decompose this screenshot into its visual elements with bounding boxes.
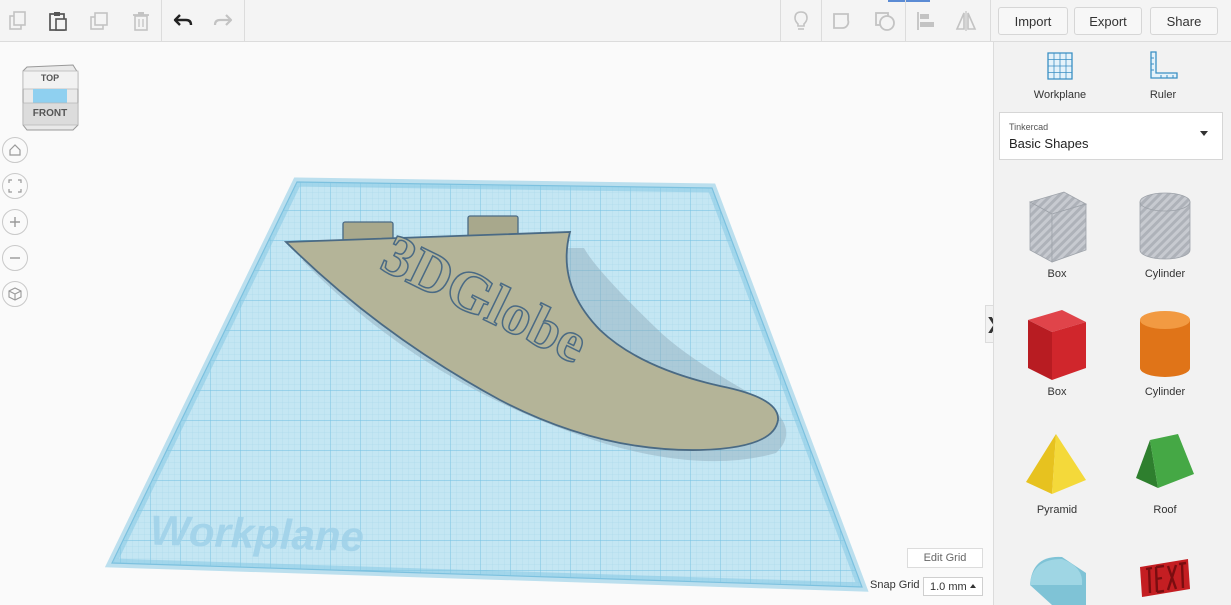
ungroup-icon	[875, 12, 895, 31]
shape-roof[interactable]: Roof	[1115, 424, 1215, 516]
caret-down-icon	[1200, 131, 1208, 136]
view-cube-top-label: TOP	[40, 73, 60, 83]
group-button[interactable]	[828, 6, 858, 36]
fit-view-button[interactable]	[2, 173, 28, 199]
round-roof-icon	[1030, 556, 1086, 605]
view-cube[interactable]: TOP FRONT	[21, 63, 79, 131]
workplane-tool-label: Workplane	[1033, 89, 1087, 101]
shape-label: Cylinder	[1144, 268, 1186, 280]
paste-button[interactable]	[43, 6, 73, 36]
plus-icon	[10, 217, 20, 227]
snap-grid-value: 1.0 mm	[930, 581, 967, 593]
library-category: Tinkercad	[1009, 122, 1049, 132]
align-icon	[917, 12, 934, 30]
duplicate-button[interactable]	[85, 6, 115, 36]
shape-library-dropdown[interactable]: Tinkercad Basic Shapes	[999, 112, 1223, 160]
mirror-button[interactable]	[951, 6, 981, 36]
shape-text[interactable]	[1115, 545, 1215, 605]
caret-up-icon	[970, 584, 976, 588]
shape-label: Box	[1047, 268, 1067, 280]
shape-label: Cylinder	[1144, 386, 1186, 398]
cube-icon	[8, 287, 22, 301]
view-cube-front-label: FRONT	[32, 108, 68, 119]
export-button[interactable]: Export	[1074, 7, 1142, 35]
roof-icon	[1136, 434, 1194, 488]
mirror-icon	[955, 11, 977, 31]
import-button[interactable]: Import	[998, 7, 1068, 35]
shape-box[interactable]: Box	[1007, 306, 1107, 398]
toolbar-divider	[990, 0, 991, 42]
shape-box-hole[interactable]: Box	[1007, 188, 1107, 280]
snap-grid-select[interactable]: 1.0 mm	[923, 577, 983, 596]
box-icon	[1028, 310, 1086, 380]
shape-cylinder[interactable]: Cylinder	[1115, 306, 1215, 398]
workplane-icon	[1047, 52, 1073, 80]
ungroup-button[interactable]	[870, 6, 900, 36]
fit-view-icon	[8, 179, 22, 193]
toolbar-divider	[821, 0, 822, 42]
toolbar-divider	[161, 0, 162, 42]
cylinder-icon	[1140, 311, 1190, 377]
undo-icon	[173, 14, 193, 26]
paste-icon	[49, 12, 67, 31]
home-view-button[interactable]	[2, 137, 28, 163]
shape-pyramid[interactable]: Pyramid	[1007, 424, 1107, 516]
workplane-tool[interactable]: Workplane	[1020, 50, 1100, 101]
align-button[interactable]	[911, 6, 941, 36]
ruler-tool[interactable]: Ruler	[1123, 50, 1203, 101]
snap-grid-label: Snap Grid	[870, 579, 920, 591]
toolbar-divider	[780, 0, 781, 42]
pyramid-icon	[1026, 434, 1086, 494]
perspective-button[interactable]	[2, 281, 28, 307]
ruler-tool-label: Ruler	[1149, 89, 1177, 101]
redo-icon	[213, 14, 233, 26]
library-selected: Basic Shapes	[1009, 136, 1089, 151]
notes-button[interactable]	[786, 6, 816, 36]
shape-label: Pyramid	[1036, 504, 1078, 516]
lightbulb-icon	[794, 11, 808, 30]
zoom-in-button[interactable]	[2, 209, 28, 235]
ruler-icon	[1150, 51, 1178, 79]
cylinder-hole-icon	[1139, 192, 1191, 260]
shape-label: Roof	[1153, 504, 1177, 516]
toolbar-divider	[905, 0, 906, 42]
group-icon	[833, 13, 850, 29]
copy-button[interactable]	[3, 6, 33, 36]
delete-button[interactable]	[126, 6, 156, 36]
undo-button[interactable]	[168, 6, 198, 36]
toolbar-divider	[244, 0, 245, 42]
zoom-out-button[interactable]	[2, 245, 28, 271]
share-button[interactable]: Share	[1150, 7, 1218, 35]
shape-round-roof[interactable]	[1007, 545, 1107, 605]
workplane-watermark: Workplane	[149, 507, 364, 561]
copy-icon	[9, 11, 26, 30]
edit-grid-button[interactable]: Edit Grid	[907, 548, 983, 568]
text-shape-icon	[1140, 559, 1190, 597]
box-hole-icon	[1028, 191, 1088, 263]
shape-label: Box	[1047, 386, 1067, 398]
minus-icon	[10, 257, 20, 259]
viewport[interactable]: Workplane 3DGlobe	[0, 43, 985, 605]
duplicate-icon	[90, 12, 108, 30]
active-indicator	[888, 0, 930, 2]
redo-button[interactable]	[208, 6, 238, 36]
shape-cylinder-hole[interactable]: Cylinder	[1115, 188, 1215, 280]
home-icon	[9, 144, 21, 156]
trash-icon	[133, 12, 149, 31]
toolbar: Import Export Share	[0, 0, 1231, 42]
